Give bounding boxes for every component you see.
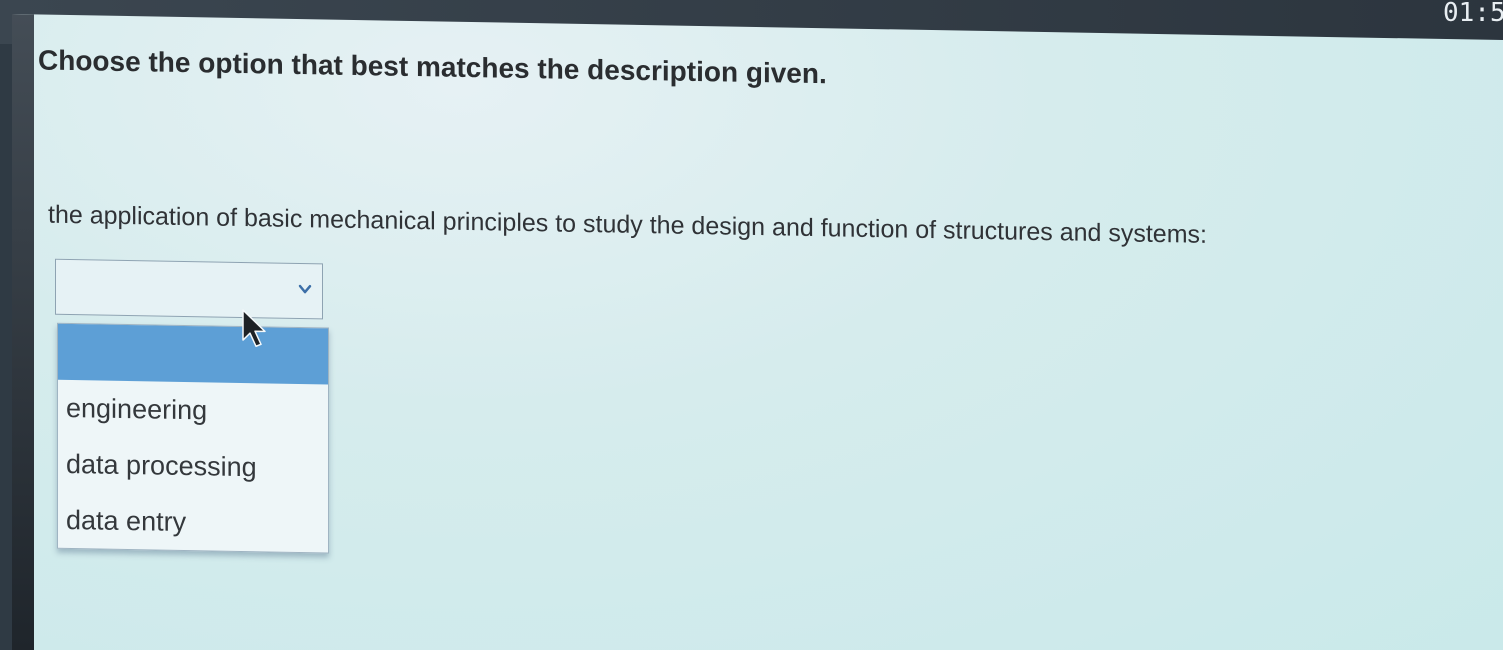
dropdown-list: engineering data processing data entry xyxy=(57,322,329,554)
option-data-entry[interactable]: data entry xyxy=(58,492,328,553)
option-blank[interactable] xyxy=(58,323,328,385)
timer: 01:5 xyxy=(1443,0,1503,26)
question-prompt: Choose the option that best matches the … xyxy=(38,44,827,90)
mouse-cursor-icon xyxy=(242,309,266,348)
answer-select[interactable] xyxy=(55,258,323,320)
screen-frame xyxy=(12,14,34,650)
chevron-down-icon xyxy=(298,284,312,294)
quiz-panel: Choose the option that best matches the … xyxy=(12,14,1503,650)
question-description: the application of basic mechanical prin… xyxy=(48,200,1207,249)
option-engineering[interactable]: engineering xyxy=(58,380,328,441)
option-data-processing[interactable]: data processing xyxy=(58,436,328,497)
